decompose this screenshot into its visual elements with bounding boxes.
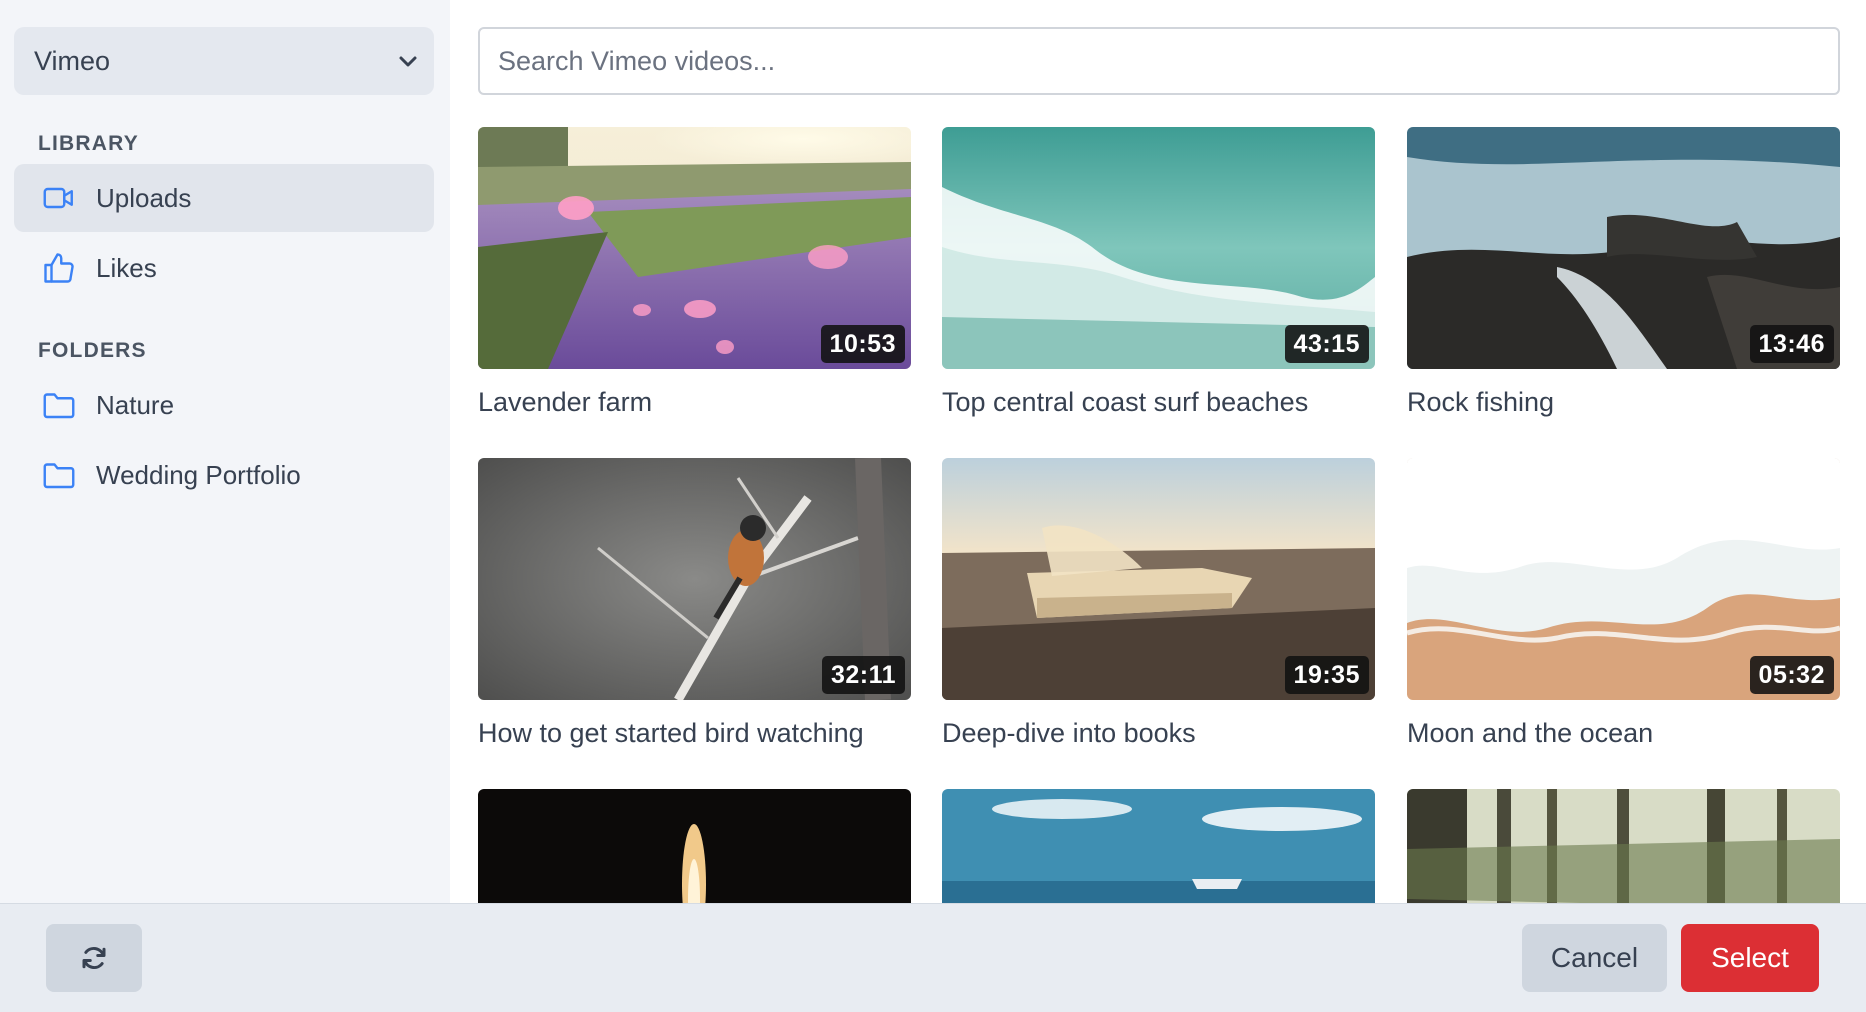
video-thumbnail: 32:11 [478, 458, 911, 700]
dialog-footer: Cancel Select [0, 903, 1866, 1012]
video-title: Deep-dive into books [942, 718, 1196, 748]
sidebar-item-nature[interactable]: Nature [14, 371, 434, 439]
thumbs-up-icon [40, 249, 78, 287]
video-duration: 19:35 [1284, 656, 1369, 694]
video-thumbnail: 13:46 [1407, 127, 1840, 369]
video-card[interactable]: 10:53 Lavender farm [478, 127, 911, 418]
video-thumbnail: 19:35 [942, 458, 1375, 700]
video-duration: 32:11 [821, 656, 905, 694]
select-button[interactable]: Select [1681, 924, 1819, 992]
sidebar-item-label: Nature [96, 389, 175, 420]
video-title: Lavender farm [478, 387, 653, 417]
video-duration: 43:15 [1284, 325, 1369, 363]
video-card[interactable] [478, 789, 911, 903]
chevron-down-icon [399, 56, 417, 67]
main-content: 10:53 Lavender farm 43:15 [450, 0, 1866, 903]
source-select[interactable]: Vimeo [14, 27, 434, 95]
sidebar-item-likes[interactable]: Likes [14, 234, 434, 302]
video-title: How to get started bird watching [478, 718, 864, 748]
vimeo-picker-dialog: Vimeo LIBRARY Uploads Likes FOLDERS Natu… [0, 0, 1866, 1012]
video-card[interactable]: 05:32 Moon and the ocean [1407, 458, 1840, 749]
video-card[interactable]: 19:35 Deep-dive into books [942, 458, 1375, 749]
folders-heading: FOLDERS [38, 339, 147, 362]
video-duration: 13:46 [1749, 325, 1834, 363]
folder-icon [40, 456, 78, 494]
video-title: Rock fishing [1407, 387, 1555, 417]
video-title: Moon and the ocean [1407, 718, 1654, 748]
library-heading: LIBRARY [38, 132, 139, 155]
video-card[interactable] [1407, 789, 1840, 903]
video-card[interactable]: 43:15 Top central coast surf beaches [942, 127, 1375, 418]
folder-icon [40, 386, 78, 424]
sidebar-item-uploads[interactable]: Uploads [14, 164, 434, 232]
video-thumbnail: 10:53 [478, 127, 911, 369]
video-title: Top central coast surf beaches [942, 387, 1309, 417]
sidebar-item-label: Uploads [96, 182, 192, 213]
cancel-button[interactable]: Cancel [1522, 924, 1667, 992]
video-duration: 05:32 [1749, 656, 1834, 694]
video-card[interactable]: 32:11 How to get started bird watching [478, 458, 911, 749]
video-thumbnail: 05:32 [1407, 458, 1840, 700]
sidebar-item-label: Wedding Portfolio [96, 459, 301, 490]
video-thumbnail [942, 789, 1375, 903]
video-card[interactable] [942, 789, 1375, 903]
sidebar-item-wedding-portfolio[interactable]: Wedding Portfolio [14, 441, 434, 509]
refresh-icon [82, 946, 106, 970]
video-card[interactable]: 13:46 Rock fishing [1407, 127, 1840, 418]
video-camera-icon [40, 179, 78, 217]
sidebar: Vimeo LIBRARY Uploads Likes FOLDERS Natu… [0, 0, 450, 903]
video-thumbnail: 43:15 [942, 127, 1375, 369]
refresh-button[interactable] [46, 924, 142, 992]
source-select-value: Vimeo [34, 45, 111, 76]
video-thumbnail [1407, 789, 1840, 903]
video-duration: 10:53 [820, 325, 905, 363]
search-input[interactable] [478, 27, 1840, 95]
sidebar-item-label: Likes [96, 252, 157, 283]
video-thumbnail [478, 789, 911, 903]
